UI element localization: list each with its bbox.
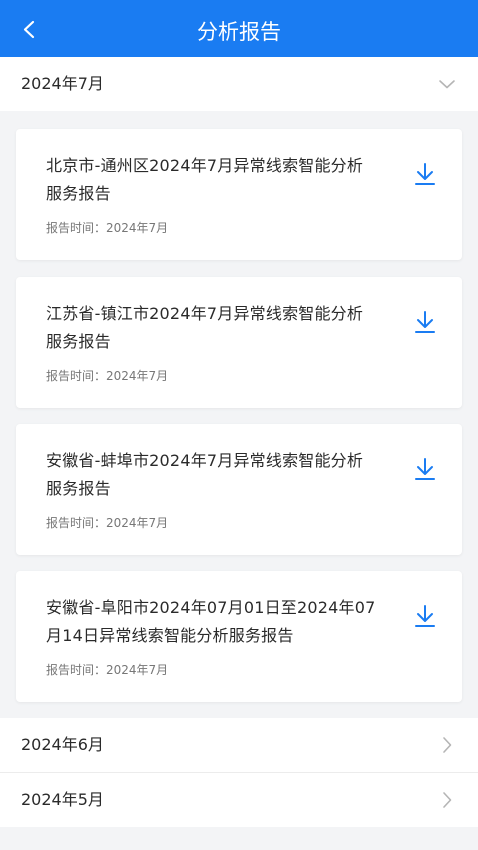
report-title: 北京市-通州区2024年7月异常线索智能分析服务报告: [46, 156, 364, 203]
report-card[interactable]: 江苏省-镇江市2024年7月异常线索智能分析服务报告 报告时间：2024年7月: [16, 277, 462, 408]
report-time: 报告时间：2024年7月: [46, 221, 169, 235]
download-icon[interactable]: [412, 601, 438, 631]
report-card[interactable]: 安徽省-蚌埠市2024年7月异常线索智能分析服务报告 报告时间：2024年7月: [16, 424, 462, 555]
section-header-2024-05[interactable]: 2024年5月: [0, 773, 478, 827]
report-card[interactable]: 安徽省-阜阳市2024年07月01日至2024年07月14日异常线索智能分析服务…: [16, 571, 462, 702]
top-bar: 分析报告: [0, 0, 478, 57]
chevron-down-icon: [439, 80, 455, 89]
report-list: 北京市-通州区2024年7月异常线索智能分析服务报告 报告时间：2024年7月 …: [0, 111, 478, 717]
download-icon[interactable]: [412, 307, 438, 337]
report-time: 报告时间：2024年7月: [46, 516, 169, 530]
report-time: 报告时间：2024年7月: [46, 369, 169, 383]
download-icon[interactable]: [412, 454, 438, 484]
report-title: 江苏省-镇江市2024年7月异常线索智能分析服务报告: [46, 304, 364, 351]
section-header-2024-07[interactable]: 2024年7月: [0, 57, 478, 111]
download-icon[interactable]: [412, 159, 438, 189]
chevron-right-icon: [443, 792, 452, 808]
page-title: 分析报告: [197, 20, 281, 44]
back-arrow-icon[interactable]: [14, 14, 44, 44]
report-title: 安徽省-阜阳市2024年07月01日至2024年07月14日异常线索智能分析服务…: [46, 598, 376, 645]
report-time: 报告时间：2024年7月: [46, 663, 169, 677]
report-title: 安徽省-蚌埠市2024年7月异常线索智能分析服务报告: [46, 451, 364, 498]
section-label: 2024年7月: [21, 74, 104, 93]
section-header-2024-06[interactable]: 2024年6月: [0, 718, 478, 772]
report-card[interactable]: 北京市-通州区2024年7月异常线索智能分析服务报告 报告时间：2024年7月: [16, 129, 462, 260]
chevron-right-icon: [443, 737, 452, 753]
section-label: 2024年6月: [21, 735, 104, 754]
section-label: 2024年5月: [21, 790, 104, 809]
